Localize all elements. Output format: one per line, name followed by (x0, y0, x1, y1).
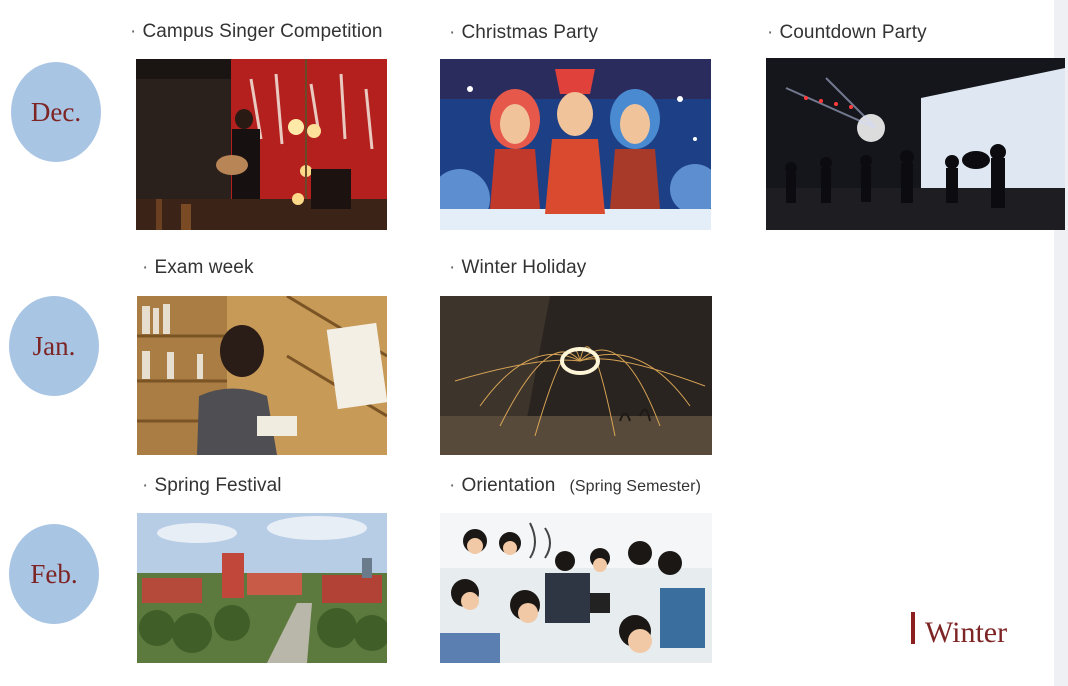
month-circle-feb: Feb. (9, 524, 99, 624)
month-label: Dec. (30, 96, 82, 127)
photo-campus-singer (136, 59, 387, 230)
caption-text: Exam week (154, 257, 254, 278)
photo-orientation (440, 513, 712, 663)
month-circle-dec: Dec. (11, 62, 101, 162)
photo-countdown-party (766, 58, 1065, 230)
month-label: Jan. (32, 330, 76, 361)
caption-text: Winter Holiday (461, 257, 587, 278)
bullet: · (767, 22, 774, 43)
photo-spring-festival (137, 513, 387, 663)
caption-text: Spring Festival (154, 475, 282, 496)
season-label: Winter (911, 612, 1007, 650)
caption-christmas-party: · Christmas Party (449, 22, 598, 44)
caption-text: Christmas Party (461, 22, 599, 43)
caption-campus-singer: · Campus Singer Competition (130, 21, 383, 43)
month-label: Feb. (30, 558, 78, 589)
caption-text: Campus Singer Competition (142, 21, 383, 42)
caption-exam-week: · Exam week (142, 257, 254, 279)
bullet: · (142, 475, 149, 496)
caption-text: Orientation (461, 475, 556, 496)
photo-exam-week (137, 296, 387, 455)
season-text: Winter (925, 616, 1008, 649)
bullet: · (449, 22, 456, 43)
bullet: · (449, 257, 456, 278)
bullet: · (449, 475, 456, 496)
caption-text: Countdown Party (779, 22, 927, 43)
bullet: · (130, 21, 137, 42)
photo-winter-holiday (440, 296, 712, 455)
caption-note: (Spring Semester) (569, 478, 702, 495)
month-circle-jan: Jan. (9, 296, 99, 396)
bullet: · (142, 257, 149, 278)
season-accent-bar (911, 612, 915, 644)
caption-orientation: · Orientation (Spring Semester) (449, 475, 701, 497)
caption-winter-holiday: · Winter Holiday (449, 257, 586, 279)
caption-countdown-party: · Countdown Party (767, 22, 927, 44)
photo-christmas-party (440, 59, 711, 230)
caption-spring-festival: · Spring Festival (142, 475, 282, 497)
